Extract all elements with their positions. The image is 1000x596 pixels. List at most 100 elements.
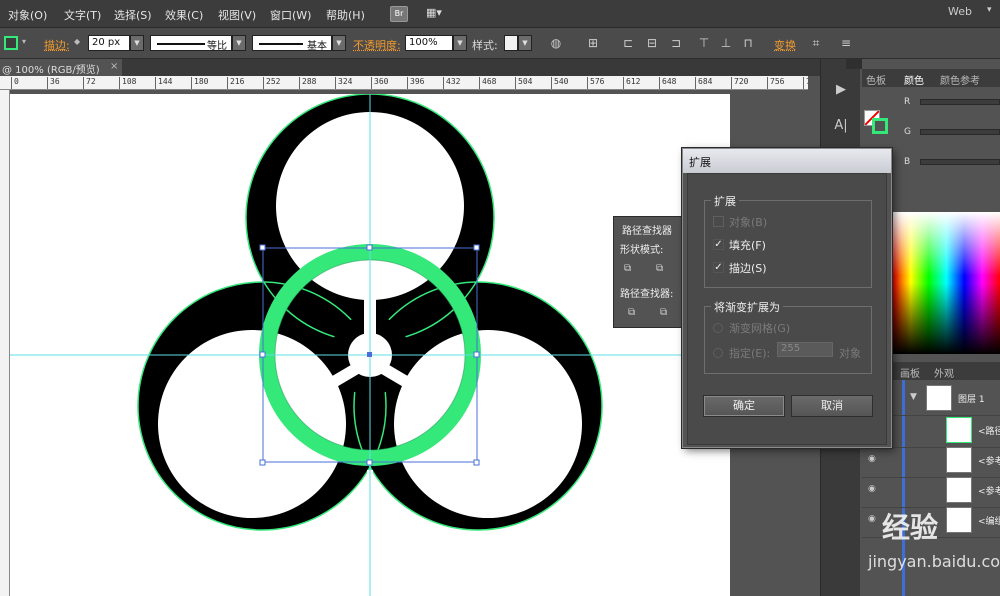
align-middle-icon[interactable]: ⊥ [718,35,734,51]
menu-select[interactable]: 选择(S) [114,7,152,23]
unite-icon[interactable]: ⧉ [624,263,638,275]
stepper-icon[interactable]: ◆ [74,37,80,46]
brush-definition[interactable]: 基本 [252,35,332,52]
opacity-input[interactable]: 100% [405,35,453,51]
menu-effect[interactable]: 效果(C) [165,7,203,23]
vertical-ruler[interactable] [0,90,10,596]
align-right-icon[interactable]: ⊐ [668,35,684,51]
artboard[interactable] [10,94,730,596]
minus-front-icon[interactable]: ⧉ [656,263,670,275]
object-label: 对象(B) [729,216,768,229]
style-dropdown[interactable]: ▼ [518,35,532,51]
brush-label: 基本 [307,41,327,52]
arrange-documents-icon[interactable]: ▦▾ [426,6,452,22]
fill-swatch[interactable] [4,36,18,50]
stroke-swatch[interactable] [872,118,888,134]
gradient-group-title: 将渐变扩展为 [711,299,783,315]
close-icon[interactable]: × [110,61,118,72]
brush-dropdown[interactable]: ▼ [332,35,346,51]
recolor-icon[interactable]: ◍ [548,35,564,51]
menu-view[interactable]: 视图(V) [218,7,256,23]
object-checkbox [713,216,724,227]
menu-window[interactable]: 窗口(W) [270,7,311,23]
center-point [367,352,372,357]
brush-line [259,43,303,45]
tab-color[interactable]: 颜色 [904,72,924,87]
trim-icon[interactable]: ⧉ [660,307,674,319]
ruler-tick: 144 [154,77,173,89]
inner-circle-left [158,330,346,518]
stroke-label[interactable]: 描边: [44,37,70,53]
menu-type[interactable]: 文字(T) [64,7,101,23]
panel-menu-icon[interactable]: ≡ [838,35,854,51]
divide-icon[interactable]: ⧉ [628,307,642,319]
pathfinder-title: 路径查找器 [622,226,672,237]
menu-object[interactable]: 对象(O) [8,7,47,23]
isolate-icon[interactable]: ⌗ [808,35,824,51]
expand-triangle-icon[interactable]: ▼ [910,392,917,402]
graphic-style-swatch[interactable] [504,35,518,51]
ruler-tick: 792 [802,77,808,89]
stroke-label[interactable]: 描边(S) [729,260,767,276]
horizontal-ruler[interactable]: 0 36 72 108 144 180 216 252 288 324 360 396 432 468 50… [0,76,808,90]
align-selection-icon[interactable]: ⊞ [585,35,601,51]
transform-link[interactable]: 变换 [774,37,796,53]
ruler-tick: 612 [622,77,641,89]
expand-group-title: 扩展 [711,193,739,209]
tab-appearance[interactable]: 外观 [934,365,954,380]
align-top-icon[interactable]: ⊤ [696,35,712,51]
menu-help[interactable]: 帮助(H) [326,7,365,23]
align-bottom-icon[interactable]: ⊓ [740,35,756,51]
layer-name: <参考线> [978,487,1000,497]
stroke-checkbox[interactable]: ✓ [713,262,724,273]
expand-group: 扩展 对象(B) ✓ 填充(F) ✓ 描边(S) [704,193,872,288]
document-tab[interactable]: @ 100% (RGB/预览) × [0,59,122,76]
ruler-tick: 432 [442,77,461,89]
ruler-tick: 468 [478,77,497,89]
artwork-svg[interactable] [10,94,730,596]
ruler-tick: 252 [262,77,281,89]
character-icon[interactable]: A| [829,115,853,137]
opacity-label[interactable]: 不透明度: [353,37,401,53]
variable-width-profile[interactable]: 等比 [150,35,232,52]
dialog-title-bar[interactable]: 扩展 [683,149,891,173]
document-title: @ 100% (RGB/预览) [2,65,100,76]
layer-row[interactable]: ◉ <参考线> [862,444,1000,478]
tab-artboards[interactable]: 画板 [900,365,920,380]
channel-r-slider[interactable] [920,99,1000,105]
chevron-down-icon[interactable]: ▾ [987,5,992,15]
style-label: 样式: [472,39,498,52]
tab-color-guide[interactable]: 颜色参考 [940,72,980,87]
profile-dropdown[interactable]: ▼ [232,35,246,51]
fill-label[interactable]: 填充(F) [729,237,766,253]
color-panel-tabs: 色板 颜色 颜色参考 [862,69,1000,87]
channel-b-slider[interactable] [920,159,1000,165]
ruler-tick: 396 [406,77,425,89]
play-icon[interactable]: ▶ [829,79,853,101]
ruler-tick: 360 [370,77,389,89]
tab-swatches[interactable]: 色板 [866,72,886,87]
ok-button[interactable]: 确定 [703,395,785,417]
workspace-switcher[interactable]: Web [948,5,972,18]
bridge-button[interactable]: Br [390,6,408,22]
align-center-icon[interactable]: ⊟ [644,35,660,51]
eye-icon[interactable]: ◉ [868,454,876,464]
watermark: 经验 jingyan.baidu.com [858,500,1000,590]
align-left-icon[interactable]: ⊏ [620,35,636,51]
color-spectrum[interactable] [893,212,1000,354]
illustrator-window: 对象(O) 文字(T) 选择(S) 效果(C) 视图(V) 窗口(W) 帮助(H… [0,0,1000,596]
chevron-down-icon[interactable]: ▾ [22,37,26,46]
fill-checkbox[interactable]: ✓ [713,239,724,250]
eye-icon[interactable]: ◉ [868,484,876,494]
channel-g-label: G [904,127,911,137]
stroke-weight-input[interactable]: 20 px [88,35,130,51]
watermark-main: 经验 [882,511,939,544]
channel-g-slider[interactable] [920,129,1000,135]
layer-thumbnail [926,385,952,411]
layer-name: <路径> [978,427,1000,437]
opacity-dropdown[interactable]: ▼ [453,35,467,51]
ruler-tick: 0 [11,77,19,89]
stroke-weight-dropdown[interactable]: ▼ [130,35,144,51]
cancel-button[interactable]: 取消 [791,395,873,417]
layer-name: <参考线> [978,457,1000,467]
